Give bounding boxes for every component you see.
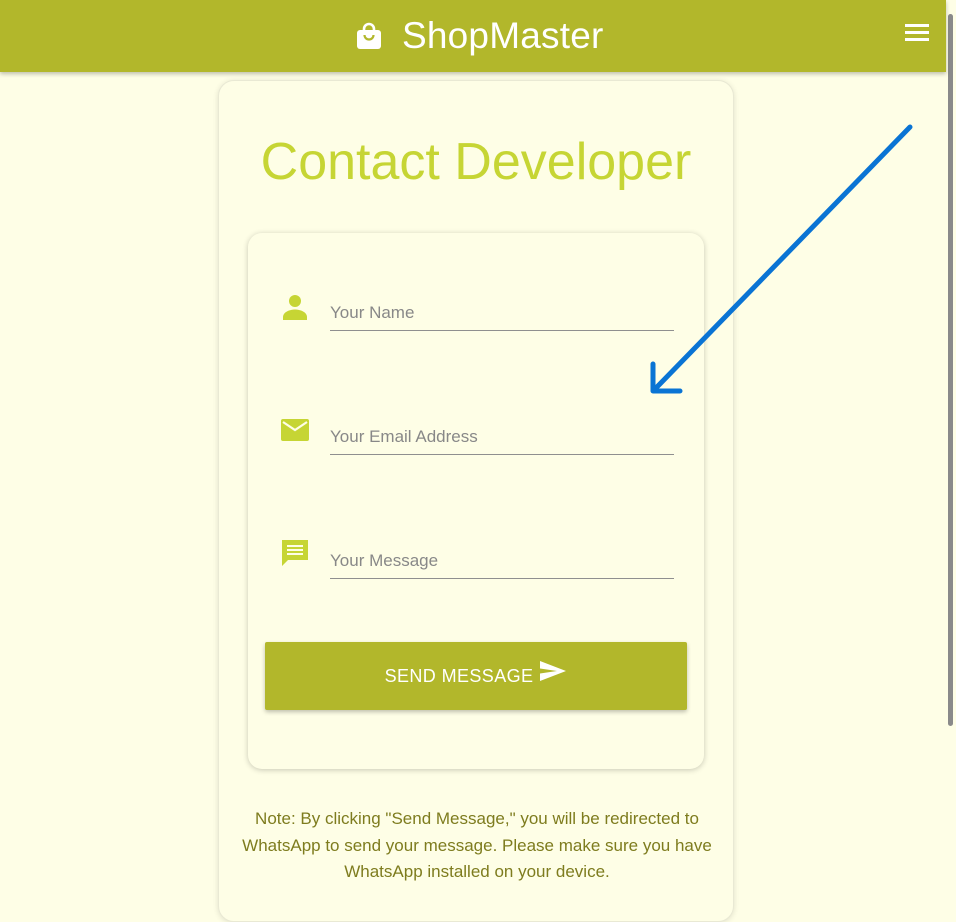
send-message-button[interactable]: SEND MESSAGE xyxy=(265,642,687,710)
shopping-bag-icon xyxy=(357,22,381,49)
message-field[interactable] xyxy=(330,544,674,579)
brand-name: ShopMaster xyxy=(402,15,604,56)
annotation-arrow xyxy=(650,124,913,394)
send-icon xyxy=(540,661,567,681)
email-field[interactable] xyxy=(330,420,674,455)
whatsapp-note: Note: By clicking "Send Message," you wi… xyxy=(242,809,712,881)
brand[interactable]: ShopMaster xyxy=(356,14,604,58)
page-scrollbar[interactable] xyxy=(946,0,956,898)
send-message-label: SEND MESSAGE xyxy=(384,665,534,686)
name-field[interactable] xyxy=(330,296,674,331)
message-icon xyxy=(282,540,308,566)
app-header: ShopMaster xyxy=(0,0,946,72)
scrollbar-thumb[interactable] xyxy=(948,14,953,726)
email-icon xyxy=(281,419,309,441)
hamburger-menu-icon[interactable] xyxy=(905,22,931,44)
person-icon xyxy=(283,295,307,320)
